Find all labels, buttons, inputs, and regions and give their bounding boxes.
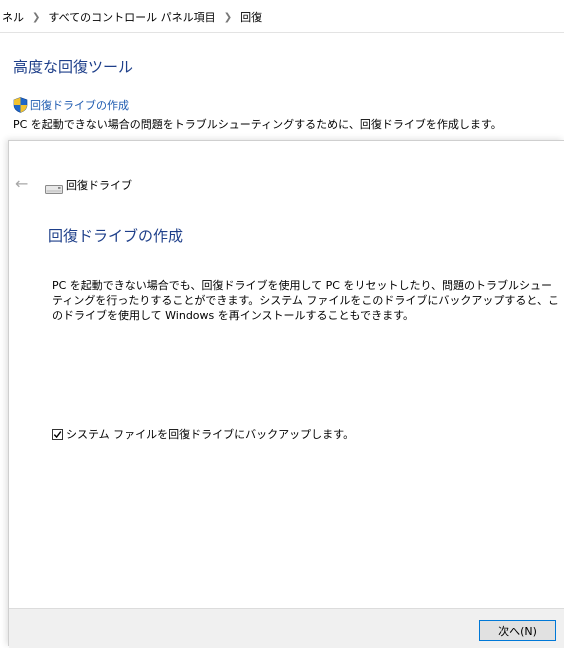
checkmark-icon (53, 430, 62, 438)
create-recovery-drive-link-row[interactable]: 回復ドライブの作成 (13, 97, 129, 113)
dialog-title: 回復ドライブの作成 (48, 227, 184, 245)
breadcrumb: ネル ❯ すべてのコントロール パネル項目 ❯ 回復 (0, 9, 264, 25)
back-arrow-icon[interactable]: ← (15, 176, 33, 192)
dialog-description: PC を起動できない場合でも、回復ドライブを使用して PC をリセットしたり、問… (52, 279, 559, 322)
address-bar[interactable]: ネル ❯ すべてのコントロール パネル項目 ❯ 回復 (0, 0, 564, 33)
backup-system-files-checkbox[interactable] (52, 428, 63, 440)
drive-icon (45, 185, 63, 194)
create-recovery-drive-link[interactable]: 回復ドライブの作成 (30, 97, 129, 113)
breadcrumb-item-all-items[interactable]: すべてのコントロール パネル項目 (46, 9, 217, 25)
chevron-right-icon[interactable]: ❯ (26, 12, 46, 23)
dialog-header-title: 回復ドライブ (66, 179, 132, 192)
backup-system-files-option[interactable]: システム ファイルを回復ドライブにバックアップします。 (52, 426, 354, 442)
backup-system-files-label[interactable]: システム ファイルを回復ドライブにバックアップします。 (66, 426, 354, 442)
breadcrumb-item-control-panel[interactable]: ネル (0, 9, 26, 25)
next-button[interactable]: 次へ(N) (479, 620, 556, 641)
create-recovery-drive-description: PC を起動できない場合の問題をトラブルシューティングするために、回復ドライブを… (13, 118, 502, 131)
dialog-footer: 次へ(N) (9, 608, 564, 648)
breadcrumb-item-recovery[interactable]: 回復 (238, 9, 264, 25)
page-title: 高度な回復ツール (13, 58, 134, 76)
recovery-drive-dialog: ← 回復ドライブ 回復ドライブの作成 PC を起動できない場合でも、回復ドライブ… (8, 140, 564, 648)
chevron-right-icon[interactable]: ❯ (218, 12, 238, 23)
uac-shield-icon (13, 97, 28, 113)
